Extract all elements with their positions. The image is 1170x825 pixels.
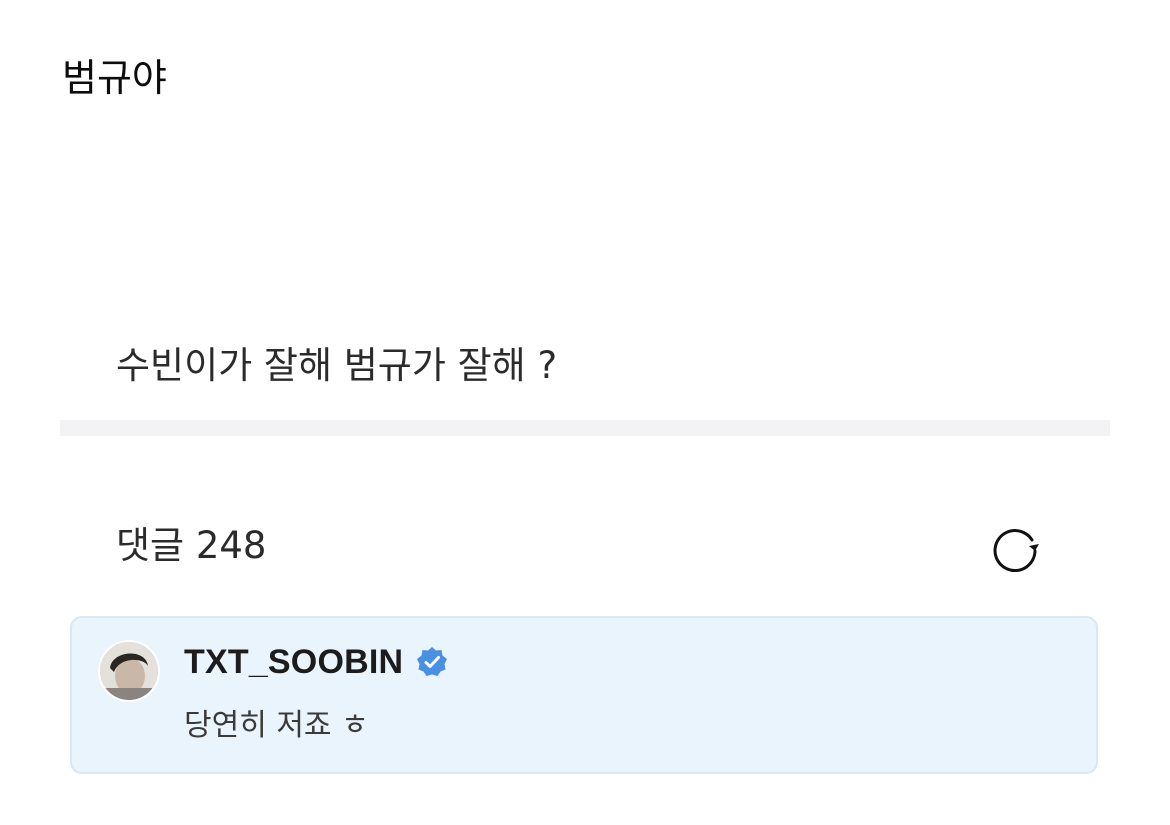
refresh-icon xyxy=(993,529,1039,572)
post-question: 수빈이가 잘해 범규가 잘해 ? xyxy=(116,344,558,387)
page-title: 범규야 xyxy=(62,56,167,100)
verified-badge-icon xyxy=(417,647,448,676)
refresh-button[interactable] xyxy=(986,520,1044,578)
avatar[interactable] xyxy=(98,640,160,702)
comment-card-pinned[interactable]: TXT_SOOBIN 당연히 저죠 ㅎ xyxy=(70,616,1098,774)
comment-author-row: TXT_SOOBIN xyxy=(184,640,449,684)
comment-author-name[interactable]: TXT_SOOBIN xyxy=(184,643,403,682)
section-divider xyxy=(60,420,1110,436)
comments-count-header: 댓글 248 xyxy=(116,524,267,567)
comment-text: 당연히 저죠 ㅎ xyxy=(184,708,369,743)
profile-photo xyxy=(100,642,158,700)
